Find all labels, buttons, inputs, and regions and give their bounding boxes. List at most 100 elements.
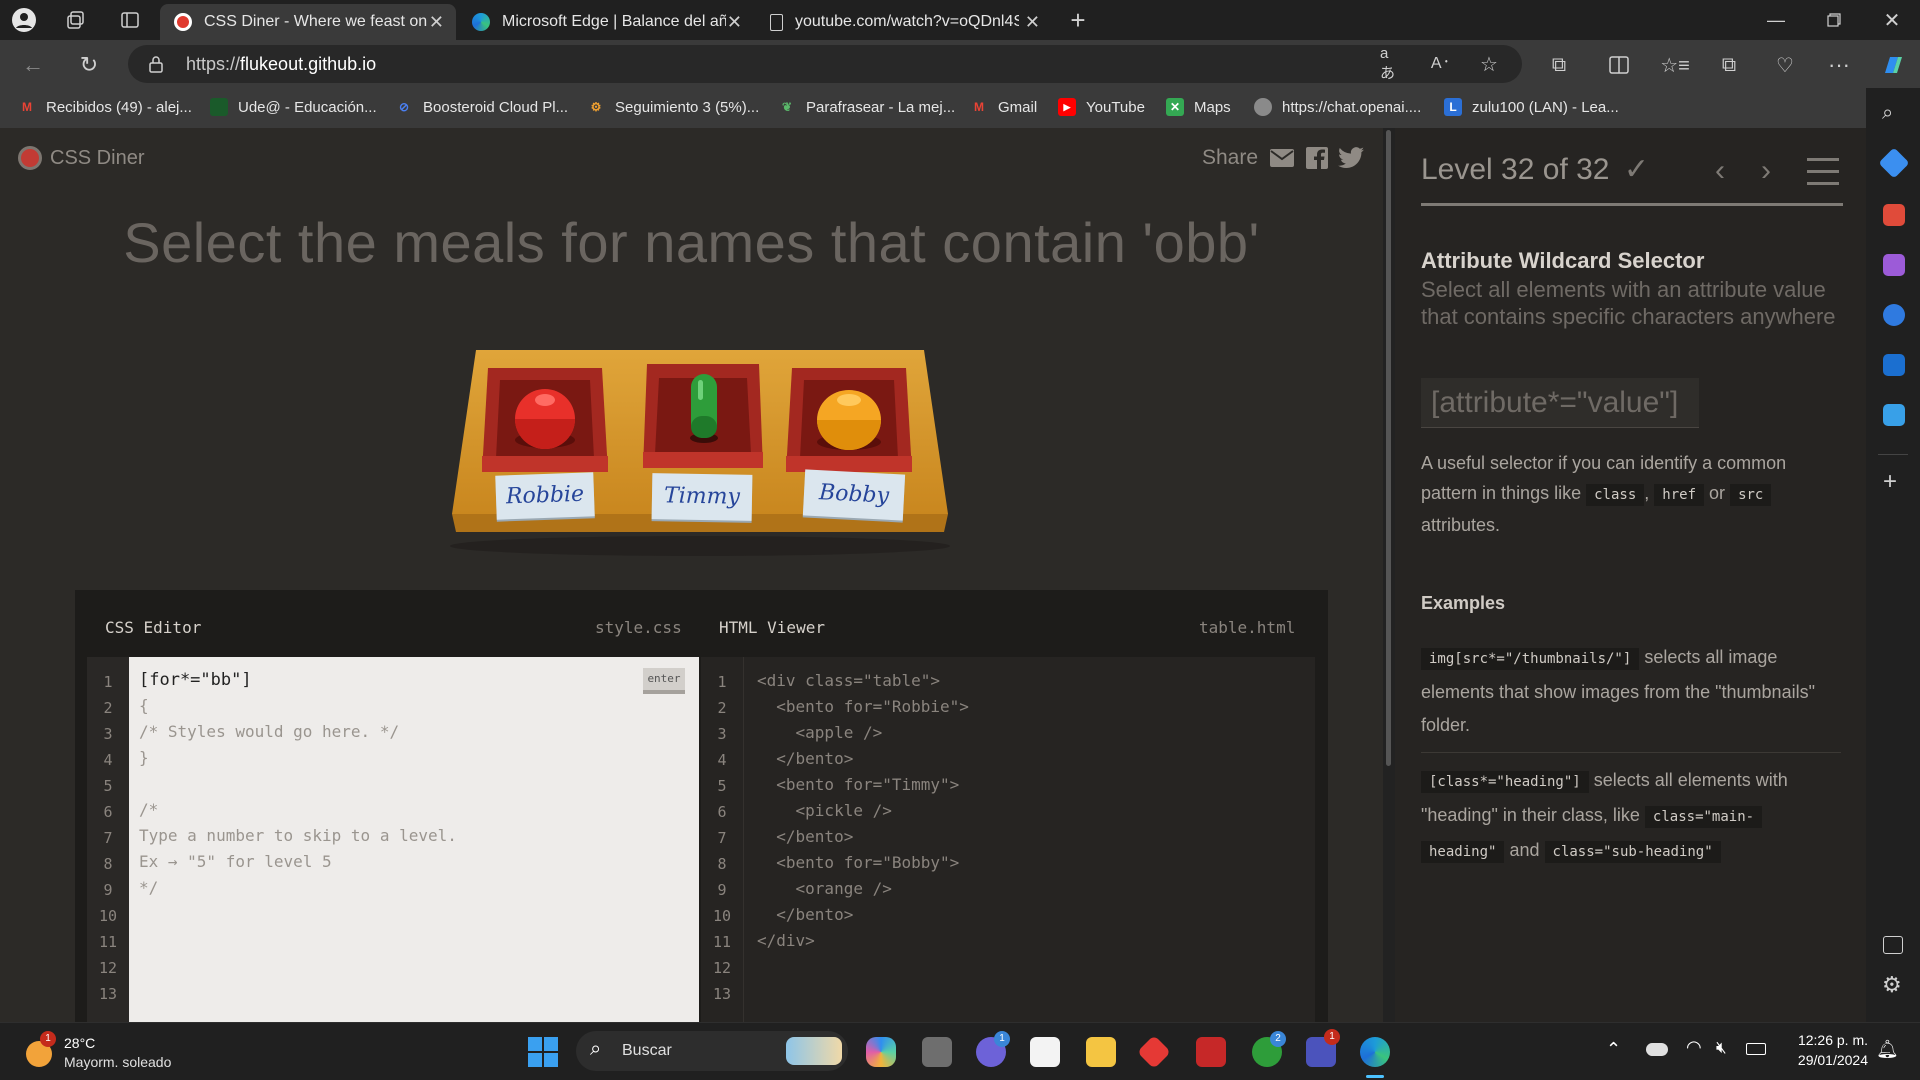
level-menu-icon[interactable] <box>1807 158 1839 186</box>
windows-taskbar: 1 28°C Mayorm. soleado ⌕ Buscar 1 2 1 ⌃ … <box>0 1022 1920 1080</box>
split-screen-icon[interactable] <box>1606 52 1632 78</box>
html-line[interactable]: <apple /> <box>757 723 883 742</box>
new-tab-icon[interactable]: + <box>1064 5 1092 35</box>
app-diamond-icon[interactable] <box>1137 1035 1171 1069</box>
weather-widget[interactable]: 1 28°C Mayorm. soleado <box>24 1031 204 1075</box>
copilot-taskbar-icon[interactable] <box>866 1037 896 1067</box>
clock-time[interactable]: 12:26 p. m. <box>1784 1032 1868 1048</box>
notifications-bell-icon[interactable]: 🔔︎ <box>1876 1039 1899 1060</box>
extensions-icon[interactable]: ⧉ <box>1546 52 1572 78</box>
bookmark-parafrasear[interactable]: ❦ Parafrasear - La mej... <box>778 98 955 116</box>
tab-youtube[interactable]: youtube.com/watch?v=oQDnl4S ✕ <box>756 4 1052 40</box>
browser-essentials-icon[interactable]: ♡ <box>1772 52 1798 78</box>
settings-icon[interactable]: ⚙ <box>1882 972 1902 998</box>
html-line[interactable]: <pickle /> <box>757 801 892 820</box>
next-level-icon[interactable]: › <box>1761 154 1771 188</box>
outlook-icon[interactable] <box>1883 354 1905 376</box>
html-line[interactable]: <bento for="Robbie"> <box>757 697 969 716</box>
html-line[interactable]: </bento> <box>757 905 853 924</box>
html-line[interactable]: </bento> <box>757 827 853 846</box>
bookmark-udea[interactable]: Ude@ - Educación... <box>210 98 377 116</box>
close-tab-icon[interactable]: ✕ <box>1025 12 1040 33</box>
games-icon[interactable] <box>1883 254 1905 276</box>
email-icon[interactable] <box>1270 149 1295 167</box>
shopping-icon[interactable] <box>1878 147 1910 179</box>
url-field[interactable]: https://flukeout.github.io aあ A᛫ ☆ <box>128 45 1522 83</box>
add-sidebar-app-icon[interactable]: + <box>1883 468 1897 496</box>
html-file-name: table.html <box>1199 618 1296 637</box>
scrollbar[interactable] <box>1383 128 1395 1022</box>
html-line[interactable]: <bento for="Timmy"> <box>757 775 959 794</box>
file-explorer-icon[interactable] <box>1086 1037 1116 1067</box>
tab-css-diner[interactable]: CSS Diner - Where we feast on C ✕ <box>160 4 456 40</box>
bookmark-gmail-inbox[interactable]: M Recibidos (49) - alej... <box>18 98 192 116</box>
battery-icon[interactable] <box>1746 1043 1766 1055</box>
apple-food[interactable] <box>512 386 578 452</box>
onedrive-icon[interactable] <box>1646 1043 1668 1056</box>
mcafee-icon[interactable] <box>1196 1037 1226 1067</box>
bento-timmy[interactable] <box>643 364 763 468</box>
facebook-icon[interactable] <box>1306 147 1329 169</box>
close-window-icon[interactable]: ✕ <box>1878 8 1906 32</box>
html-line[interactable]: <bento for="Bobby"> <box>757 853 959 872</box>
twitter-icon[interactable] <box>1338 147 1365 169</box>
chevron-up-icon[interactable]: ⌃ <box>1606 1039 1621 1060</box>
logo[interactable]: CSS Diner <box>18 146 144 170</box>
edge-taskbar-icon[interactable] <box>1360 1037 1390 1067</box>
sidebar-toggle-icon[interactable] <box>1883 936 1903 954</box>
task-view-icon[interactable] <box>922 1037 952 1067</box>
back-icon[interactable]: ← <box>20 52 46 78</box>
html-line[interactable]: <div class="table"> <box>757 671 940 690</box>
bookmark-chatgpt[interactable]: https://chat.openai.... <box>1254 98 1421 116</box>
bookmark-label: Boosteroid Cloud Pl... <box>423 98 569 116</box>
html-line[interactable]: </div> <box>757 931 815 950</box>
copilot-icon[interactable] <box>1878 50 1908 80</box>
css-selector-input[interactable]: [for*="bb"] <box>139 670 252 690</box>
immersive-reader-icon[interactable]: A᛫ <box>1430 53 1452 75</box>
workspaces-icon[interactable] <box>64 8 88 32</box>
microsoft365-icon[interactable] <box>1883 304 1905 326</box>
collections-icon[interactable]: ⧉ <box>1716 52 1742 78</box>
more-menu-icon[interactable]: ··· <box>1826 52 1852 78</box>
lock-icon[interactable] <box>146 53 166 75</box>
restore-icon[interactable] <box>1820 8 1848 32</box>
page-icon <box>770 13 783 31</box>
favorite-star-icon[interactable]: ☆ <box>1478 53 1500 76</box>
profile-icon[interactable] <box>10 6 38 34</box>
microsoft-store-icon[interactable] <box>1030 1037 1060 1067</box>
favorites-icon[interactable]: ☆≡ <box>1660 52 1690 78</box>
minimize-icon[interactable]: — <box>1762 8 1790 32</box>
orange-food[interactable] <box>814 386 884 452</box>
taskbar-search[interactable]: ⌕ Buscar <box>576 1031 848 1071</box>
tab-edge-balance[interactable]: Microsoft Edge | Balance del año ✕ <box>458 4 754 40</box>
vertical-tabs-icon[interactable] <box>118 8 142 32</box>
pickle-food[interactable] <box>689 372 719 444</box>
bookmark-maps[interactable]: ✕ Maps <box>1166 98 1231 116</box>
bookmark-youtube[interactable]: ▶ YouTube <box>1058 98 1145 116</box>
close-tab-icon[interactable]: ✕ <box>727 12 742 33</box>
bookmark-label: Seguimiento 3 (5%)... <box>615 98 760 116</box>
read-aloud-icon[interactable]: aあ <box>1380 45 1402 82</box>
previous-level-icon[interactable]: ‹ <box>1715 154 1725 188</box>
search-icon[interactable]: ⌕ <box>1882 102 1893 125</box>
css-diner-favicon-icon <box>174 13 192 31</box>
bookmark-boosteroid[interactable]: ⊘ Boosteroid Cloud Pl... <box>395 98 568 116</box>
close-tab-icon[interactable]: ✕ <box>429 12 444 33</box>
refresh-icon[interactable]: ↻ <box>76 52 102 78</box>
bookmark-gmail[interactable]: M Gmail <box>970 98 1037 116</box>
url-text[interactable]: https://flukeout.github.io <box>186 54 376 75</box>
clock-date[interactable]: 29/01/2024 <box>1784 1052 1868 1068</box>
bento-robbie[interactable] <box>482 368 608 472</box>
bookmark-seguimiento[interactable]: ⚙ Seguimiento 3 (5%)... <box>587 98 760 116</box>
bookmark-zulu100[interactable]: Lzulu100 (LAN) - Lea... <box>1444 98 1619 116</box>
volume-mute-icon[interactable]: 🔇︎ <box>1716 1038 1727 1058</box>
start-button[interactable] <box>528 1037 558 1067</box>
wifi-icon[interactable]: ◠ <box>1686 1037 1702 1058</box>
bento-bobby[interactable] <box>786 368 912 472</box>
tools-icon[interactable] <box>1883 204 1905 226</box>
enter-button[interactable]: enter <box>643 668 685 694</box>
html-line[interactable]: <orange /> <box>757 879 892 898</box>
hint-text: or <box>1709 483 1726 503</box>
html-line[interactable]: </bento> <box>757 749 853 768</box>
drop-icon[interactable] <box>1883 404 1905 426</box>
